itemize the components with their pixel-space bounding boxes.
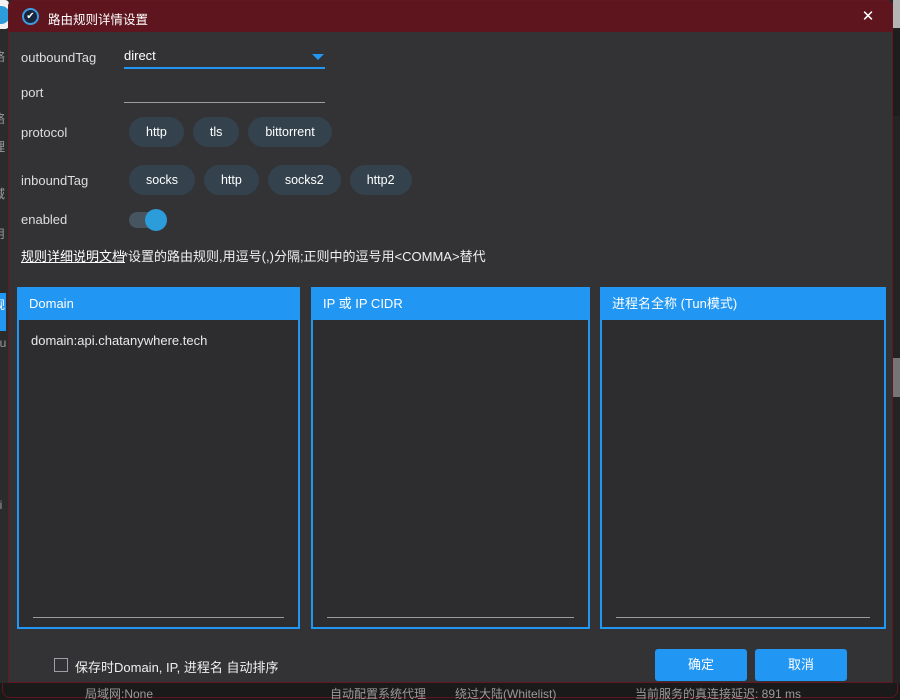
protocol-chip-http[interactable]: http [129,117,184,147]
outboundtag-label: outboundTag [21,50,96,65]
port-label: port [21,85,43,100]
background-status-latency: 当前服务的真连接延迟: 891 ms [635,685,801,700]
inbound-chip-socks2[interactable]: socks2 [268,165,341,195]
dialog-titlebar[interactable]: ✔ 路由规则详情设置 ✕ [9,1,892,32]
ip-list[interactable] [311,320,590,629]
routing-rule-detail-dialog: ✔ 路由规则详情设置 ✕ outboundTag direct port pro… [8,0,893,683]
chevron-down-icon[interactable] [312,54,324,60]
domain-entry-input[interactable] [33,617,284,618]
auto-sort-label: 保存时Domain, IP, 进程名 自动排序 [75,657,278,676]
ok-button[interactable]: 确定 [655,649,747,681]
comma-note-text: *设置的路由规则,用逗号(,)分隔;正则中的逗号用<COMMA>替代 [123,246,486,265]
process-panel: 进程名全称 (Tun模式) [600,287,886,629]
enabled-label: enabled [21,212,67,227]
inboundtag-label: inboundTag [21,173,88,188]
background-corner [893,0,900,28]
protocol-chip-tls[interactable]: tls [193,117,240,147]
protocol-chip-group: http tls bittorrent [129,117,332,147]
background-dark-block [893,30,900,116]
enabled-toggle[interactable] [129,209,167,231]
domain-panel-header: Domain [17,287,300,320]
domain-list[interactable]: domain:api.chatanywhere.tech [17,320,300,629]
protocol-chip-bittorrent[interactable]: bittorrent [248,117,331,147]
background-status-lan: 局域网:None [85,685,153,700]
inbound-chip-socks[interactable]: socks [129,165,195,195]
process-list[interactable] [600,320,886,629]
list-item[interactable]: domain:api.chatanywhere.tech [19,320,298,348]
outboundtag-select-underline [124,67,325,69]
background-bottom-strip: 局域网:None 自动配置系统代理 绕过大陆(Whitelist) 当前服务的真… [0,683,900,700]
ip-panel-header: IP 或 IP CIDR [311,287,590,320]
cancel-button[interactable]: 取消 [755,649,847,681]
background-status-sysproxy: 自动配置系统代理 [330,685,426,700]
close-icon[interactable]: ✕ [857,6,879,28]
toggle-knob [145,209,167,231]
port-input-underline [124,102,325,103]
inboundtag-chip-group: socks http socks2 http2 [129,165,412,195]
rule-doc-link[interactable]: 规则详细说明文档 [21,246,125,265]
process-panel-header: 进程名全称 (Tun模式) [600,287,886,320]
background-scrollbar-thumb[interactable] [893,358,900,397]
ip-panel: IP 或 IP CIDR [311,287,590,629]
process-entry-input[interactable] [616,617,870,618]
protocol-label: protocol [21,125,67,140]
background-status-routing: 绕过大陆(Whitelist) [455,685,556,700]
background-right-strip [893,0,900,700]
domain-panel: Domain domain:api.chatanywhere.tech [17,287,300,629]
dialog-title: 路由规则详情设置 [48,9,148,28]
inbound-chip-http2[interactable]: http2 [350,165,412,195]
auto-sort-checkbox[interactable] [54,658,68,672]
outboundtag-select[interactable]: direct [124,48,314,63]
ip-entry-input[interactable] [327,617,574,618]
inbound-chip-http[interactable]: http [204,165,259,195]
v2rayn-logo-icon: ✔ [22,8,39,25]
